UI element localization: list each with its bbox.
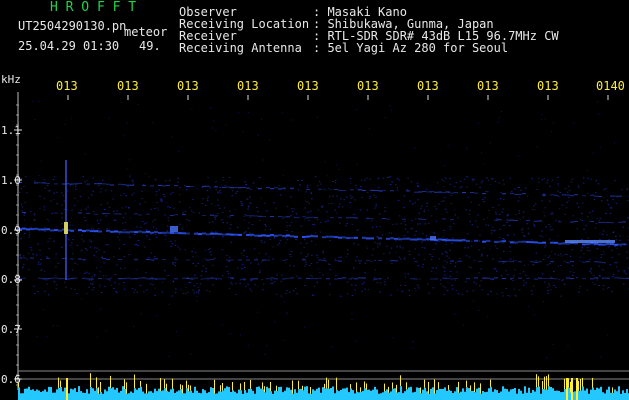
datetime: 25.04.29 01:30 <box>18 39 120 53</box>
filename: UT2504290130.pn <box>18 19 127 33</box>
x-tick-label: 013 <box>117 79 139 93</box>
x-tick-label: 013 <box>177 79 199 93</box>
signal-traces <box>18 182 629 280</box>
tick-marks <box>14 95 609 386</box>
noise-speckle <box>18 100 629 359</box>
y-tick-label: 0.7 <box>1 323 21 336</box>
x-tick-label: 013 <box>417 79 439 93</box>
spectrogram <box>14 92 629 400</box>
plot-frame <box>17 92 629 390</box>
y-tick-label: 0.6 <box>1 373 21 386</box>
x-tick-label: 013 <box>237 79 259 93</box>
y-axis-unit: kHz <box>1 73 21 86</box>
x-tick-label: 013 <box>357 79 379 93</box>
amplitude-bar <box>18 373 629 400</box>
info-label-antenna: Receiving Antenna <box>179 41 302 55</box>
y-tick-label: 0.9 <box>1 224 21 237</box>
y-tick-label: 1.0 <box>1 174 21 187</box>
y-tick-label: 0.8 <box>1 273 21 286</box>
app-title: H R O F F T <box>50 0 137 15</box>
x-tick-label: 013 <box>56 79 78 93</box>
meteor-label: meteor <box>124 25 168 39</box>
x-tick-label: 0140 <box>596 79 625 93</box>
y-tick-label: 1.1 <box>1 124 21 137</box>
x-tick-label: 013 <box>297 79 319 93</box>
x-tick-label: 013 <box>537 79 559 93</box>
x-tick-label: 013 <box>477 79 499 93</box>
meteor-count: 49. <box>139 39 161 53</box>
info-value-antenna: : 5el Yagi Az 280 for Seoul <box>313 41 509 55</box>
